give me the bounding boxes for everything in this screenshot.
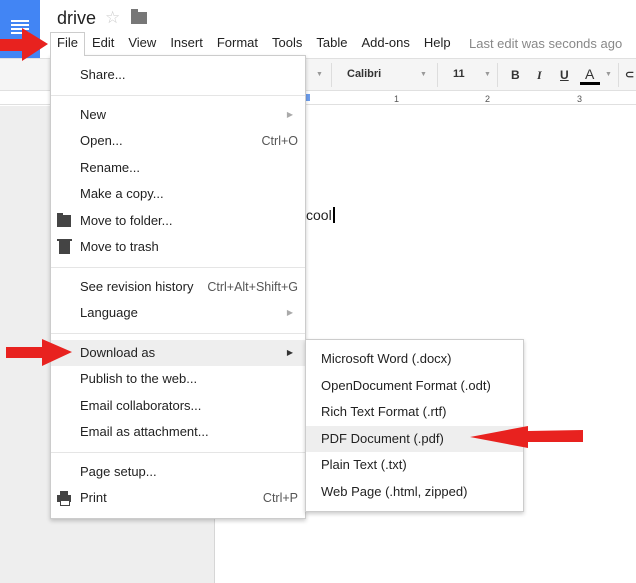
toolbar-divider bbox=[331, 63, 332, 87]
folder-icon bbox=[57, 212, 71, 227]
menu-item-label: Publish to the web... bbox=[80, 371, 198, 386]
menu-item-label: Language bbox=[80, 305, 138, 320]
menu-item-new[interactable]: New ▶ bbox=[51, 102, 305, 129]
menu-divider bbox=[51, 451, 305, 453]
ruler-tick-2: 2 bbox=[485, 94, 491, 104]
menu-item-download-as[interactable]: Download as ▶ bbox=[51, 339, 305, 366]
menu-divider bbox=[51, 266, 305, 268]
download-odt[interactable]: OpenDocument Format (.odt) bbox=[306, 373, 523, 400]
submenu-arrow-icon: ▶ bbox=[286, 109, 293, 119]
shortcut-label: Ctrl+Alt+Shift+G bbox=[207, 279, 298, 294]
toolbar-divider bbox=[497, 63, 498, 87]
menu-item-label: Rename... bbox=[80, 159, 140, 175]
font-family-dropdown[interactable]: Calibri bbox=[347, 68, 381, 80]
menu-item-label: See revision history bbox=[80, 278, 194, 294]
menu-divider bbox=[51, 332, 305, 334]
trash-icon bbox=[57, 239, 72, 254]
menu-item-print[interactable]: Print Ctrl+P bbox=[51, 485, 305, 512]
menu-item-label: Microsoft Word (.docx) bbox=[321, 351, 452, 366]
style-dropdown-caret-icon[interactable]: ▼ bbox=[316, 71, 323, 78]
menu-insert[interactable]: Insert bbox=[163, 33, 210, 55]
italic-button[interactable]: I bbox=[537, 68, 542, 83]
folder-icon[interactable] bbox=[131, 9, 147, 24]
menu-item-label: Move to trash bbox=[80, 239, 159, 254]
font-family-caret-icon[interactable]: ▼ bbox=[420, 71, 427, 78]
menu-item-label: Share... bbox=[80, 67, 126, 82]
font-size-dropdown[interactable]: 11 bbox=[453, 68, 465, 80]
annotation-arrow-pdf bbox=[470, 426, 583, 448]
menu-view[interactable]: View bbox=[121, 33, 163, 55]
menu-item-label: Move to folder... bbox=[80, 212, 173, 228]
download-txt[interactable]: Plain Text (.txt) bbox=[306, 452, 523, 479]
menu-format[interactable]: Format bbox=[210, 33, 265, 55]
link-icon[interactable]: ⊂ bbox=[625, 68, 634, 81]
print-icon bbox=[57, 491, 71, 506]
menu-item-label: Email collaborators... bbox=[80, 397, 202, 413]
menu-item-label: Download as bbox=[80, 344, 156, 360]
submenu-arrow-icon: ▶ bbox=[286, 347, 293, 357]
menu-item-label: Make a copy... bbox=[80, 186, 164, 201]
menu-item-label: Rich Text Format (.rtf) bbox=[321, 404, 447, 419]
menu-bar: File Edit View Insert Format Tools Table… bbox=[50, 32, 458, 56]
menu-item-make-copy[interactable]: Make a copy... bbox=[51, 181, 305, 208]
shortcut-label: Ctrl+P bbox=[262, 491, 298, 505]
document-body[interactable]: cool bbox=[306, 207, 335, 223]
menu-item-rename[interactable]: Rename... bbox=[51, 155, 305, 182]
download-docx[interactable]: Microsoft Word (.docx) bbox=[306, 346, 523, 373]
menu-item-label: Page setup... bbox=[80, 463, 157, 479]
menu-item-label: Email as attachment... bbox=[80, 424, 209, 439]
toolbar-divider bbox=[618, 63, 619, 87]
document-title[interactable]: drive bbox=[57, 8, 96, 29]
menu-item-email-attachment[interactable]: Email as attachment... bbox=[51, 419, 305, 446]
underline-button[interactable]: U bbox=[560, 68, 569, 82]
menu-add-ons[interactable]: Add-ons bbox=[354, 33, 416, 55]
menu-item-share[interactable]: Share... bbox=[51, 62, 305, 89]
download-html-zipped[interactable]: Web Page (.html, zipped) bbox=[306, 479, 523, 506]
menu-item-open[interactable]: Open... Ctrl+O bbox=[51, 128, 305, 155]
menu-item-move-to-trash[interactable]: Move to trash bbox=[51, 234, 305, 261]
star-icon[interactable]: ☆ bbox=[105, 8, 120, 28]
menu-item-label: Web Page (.html, zipped) bbox=[321, 483, 468, 499]
menu-table[interactable]: Table bbox=[309, 33, 354, 55]
menu-item-page-setup[interactable]: Page setup... bbox=[51, 459, 305, 486]
menu-item-revision-history[interactable]: See revision history Ctrl+Alt+Shift+G bbox=[51, 274, 305, 301]
menu-edit[interactable]: Edit bbox=[85, 33, 121, 55]
menu-item-publish-web[interactable]: Publish to the web... bbox=[51, 366, 305, 393]
last-edit-status[interactable]: Last edit was seconds ago bbox=[469, 36, 622, 51]
menu-item-email-collaborators[interactable]: Email collaborators... bbox=[51, 393, 305, 420]
text-color-swatch bbox=[580, 82, 600, 85]
submenu-arrow-icon: ▶ bbox=[286, 308, 293, 317]
shortcut-label: Ctrl+O bbox=[261, 134, 298, 148]
menu-divider bbox=[51, 94, 305, 96]
menu-item-language[interactable]: Language ▶ bbox=[51, 300, 305, 327]
annotation-arrow-download-as bbox=[6, 339, 72, 366]
menu-item-label: Plain Text (.txt) bbox=[321, 457, 407, 472]
menu-item-label: OpenDocument Format (.odt) bbox=[321, 377, 491, 393]
download-rtf[interactable]: Rich Text Format (.rtf) bbox=[306, 399, 523, 426]
text-cursor bbox=[332, 207, 335, 223]
menu-item-label: Open... bbox=[80, 133, 123, 148]
bold-button[interactable]: B bbox=[511, 68, 520, 82]
file-menu: Share... New ▶ Open... Ctrl+O Rename... Ma… bbox=[50, 55, 306, 519]
text-color-caret-icon[interactable]: ▼ bbox=[605, 71, 612, 78]
menu-tools[interactable]: Tools bbox=[265, 33, 309, 55]
ruler-tick-3: 3 bbox=[577, 94, 583, 104]
ruler-tick-1: 1 bbox=[394, 94, 400, 104]
body-text: cool bbox=[306, 207, 332, 223]
text-color-button[interactable]: A bbox=[585, 66, 594, 82]
menu-item-move-to-folder[interactable]: Move to folder... bbox=[51, 208, 305, 235]
menu-item-label: Print bbox=[80, 490, 107, 505]
toolbar-divider bbox=[437, 63, 438, 87]
annotation-arrow-file bbox=[0, 28, 48, 61]
menu-item-label: New bbox=[80, 106, 107, 122]
menu-item-label: PDF Document (.pdf) bbox=[321, 430, 444, 446]
menu-help[interactable]: Help bbox=[417, 33, 458, 55]
font-size-caret-icon[interactable]: ▼ bbox=[484, 71, 491, 78]
